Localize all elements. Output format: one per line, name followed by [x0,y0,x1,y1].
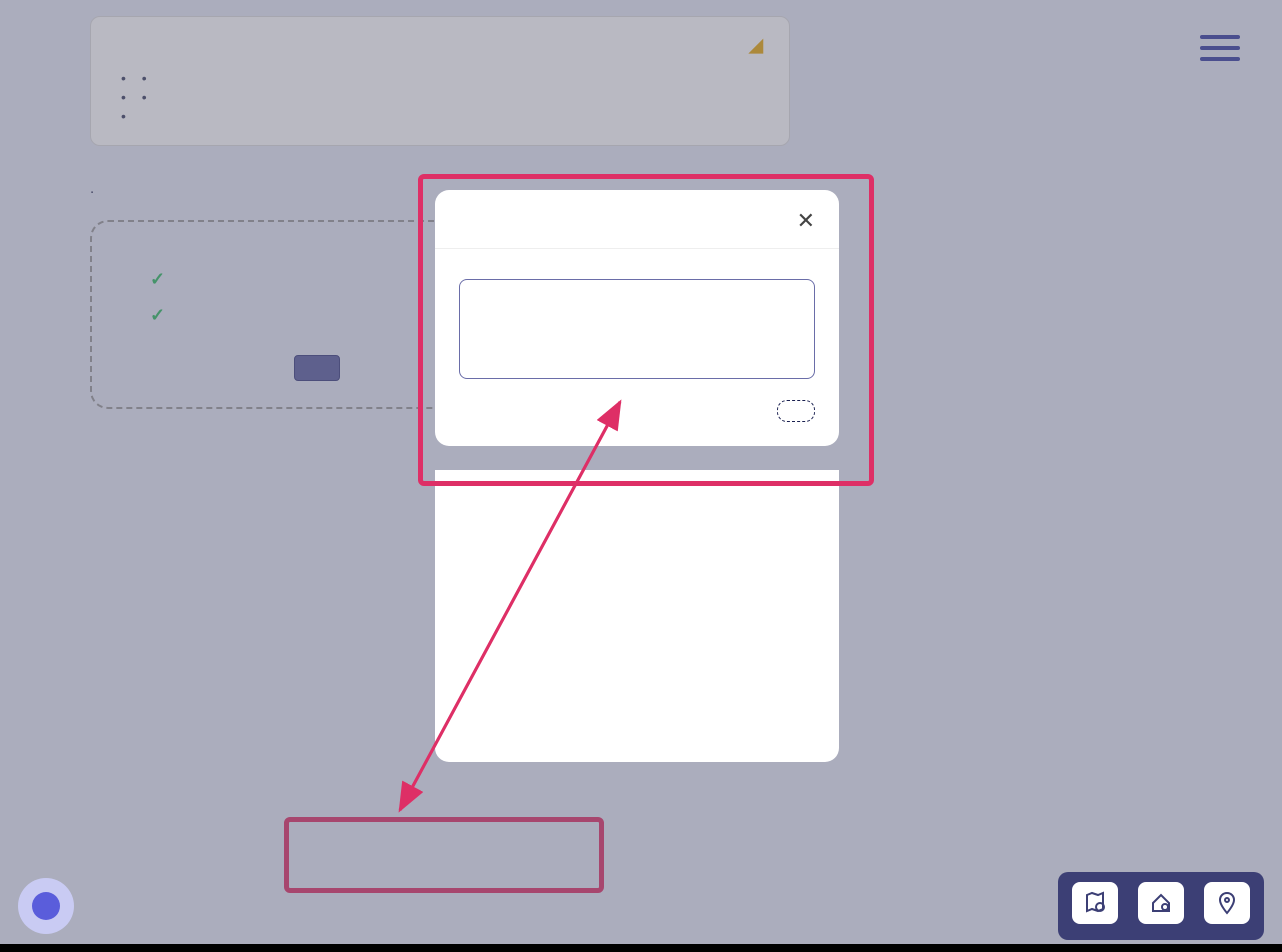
update-plan-modal: ✕ [435,190,839,446]
os-taskbar [0,944,1282,952]
search-address-button[interactable] [1138,882,1184,930]
point-on-map-button[interactable] [1204,882,1250,930]
hamburger-menu-button[interactable] [1200,28,1240,68]
modal-background-extension [435,470,839,762]
chat-icon [32,892,60,920]
house-search-icon [1138,882,1184,924]
pin-icon [1204,882,1250,924]
map-search-icon [1072,882,1118,924]
close-icon[interactable]: ✕ [797,208,815,234]
submit-update-button[interactable] [777,400,815,422]
search-plot-button[interactable] [1072,882,1118,930]
chat-widget-button[interactable] [18,878,74,934]
map-toolbar [1058,872,1264,940]
update-textarea[interactable] [459,279,815,379]
